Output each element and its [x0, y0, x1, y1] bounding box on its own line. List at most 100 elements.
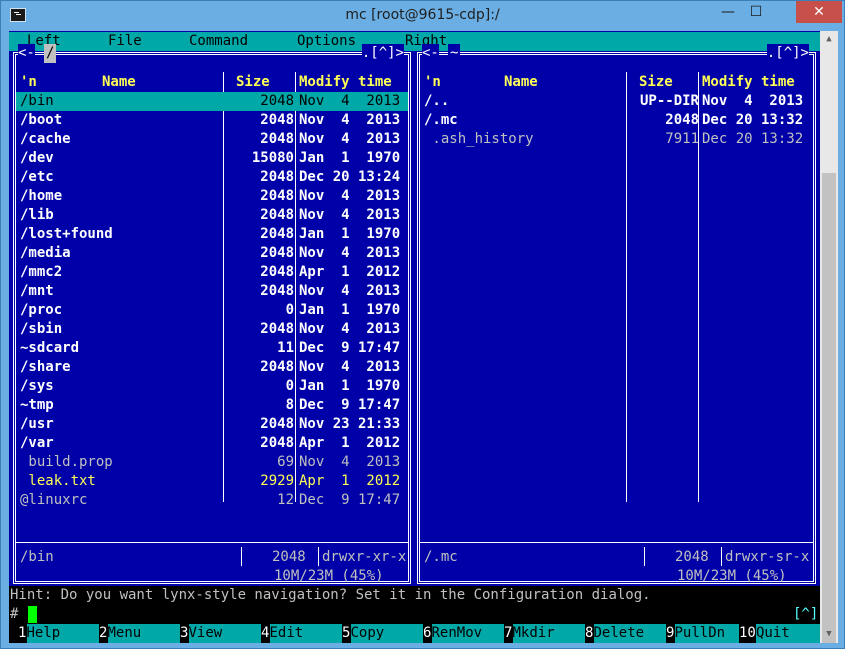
file-size: 2048	[260, 359, 294, 375]
left-file-list: /bin 2048 Nov 4 2013/boot 2048 Nov 4 2013/ca…	[16, 92, 408, 510]
left-col-size[interactable]: Size	[236, 73, 270, 92]
file-size: 2048	[260, 226, 294, 242]
file-size: 2048	[260, 435, 294, 451]
title-bar[interactable]: mc [root@9615-cdp]:/ — ☐ ✕	[1, 1, 844, 31]
fkey-label: Mkdir	[512, 624, 585, 643]
file-size: 2048	[260, 169, 294, 185]
file-mtime: Nov 4 2013	[299, 207, 401, 223]
close-button[interactable]: ✕	[796, 1, 842, 23]
file-size: 2048	[260, 416, 294, 432]
right-col-modify[interactable]: Modify time	[702, 73, 795, 92]
file-row[interactable]: /share 2048 Nov 4 2013	[16, 358, 408, 377]
file-mtime: Nov 4 2013	[299, 93, 401, 109]
left-panel-corner-right[interactable]: .[^]>	[361, 44, 404, 63]
fkey-label: Edit	[269, 624, 342, 643]
file-size: 2048	[260, 245, 294, 261]
file-mtime: Dec 9 17:47	[299, 340, 401, 356]
file-size: 2048	[260, 207, 294, 223]
left-col-modify[interactable]: Modify time	[299, 73, 392, 92]
file-name: /bin	[20, 93, 54, 109]
left-status-divider	[16, 542, 408, 543]
file-mtime: Apr 1 2012	[299, 435, 401, 451]
right-panel-corner-right[interactable]: .[^]>	[766, 44, 809, 63]
left-panel[interactable]: <- / .[^]> 'n Name Size Modify time /bin…	[13, 44, 411, 584]
text-cursor	[28, 606, 37, 623]
file-name: /share	[20, 359, 71, 375]
right-col-sort[interactable]: 'n	[424, 73, 441, 92]
file-row[interactable]: /cache 2048 Nov 4 2013	[16, 130, 408, 149]
file-row[interactable]: /usr 2048 Nov 23 21:33	[16, 415, 408, 434]
minimize-button[interactable]: —	[714, 1, 742, 23]
file-row[interactable]: build.prop 69 Nov 4 2013	[16, 453, 408, 472]
file-row[interactable]: /.mc 2048 Dec 20 13:32	[420, 111, 813, 130]
left-col-name[interactable]: Name	[102, 73, 136, 92]
function-key-bar: 1 Help 2 Menu 3 View 4 Edit 5 Copy 6 RenMov 7 Mkdir 8 D…	[9, 624, 820, 643]
left-status-name: /bin	[20, 549, 54, 565]
right-col-name[interactable]: Name	[504, 73, 538, 92]
fkey-label: Delete	[593, 624, 666, 643]
file-row[interactable]: /var 2048 Apr 1 2012	[16, 434, 408, 453]
fkey-label: Menu	[107, 624, 180, 643]
file-row[interactable]: /.. UP--DIR Nov 4 2013	[420, 92, 813, 111]
file-row[interactable]: /bin 2048 Nov 4 2013	[16, 92, 408, 111]
file-size: 2048	[260, 112, 294, 128]
file-row[interactable]: /lib 2048 Nov 4 2013	[16, 206, 408, 225]
file-row[interactable]: leak.txt 2929 Apr 1 2012	[16, 472, 408, 491]
shell-prompt: #	[10, 606, 19, 622]
scroll-thumb[interactable]	[822, 173, 836, 643]
right-file-list: /.. UP--DIR Nov 4 2013 /.mc 2048 Dec 20 13:32…	[420, 92, 813, 149]
file-mtime: Dec 20 13:32	[702, 131, 804, 147]
fkey-number: 7	[504, 624, 513, 643]
file-name: /lib	[20, 207, 54, 223]
file-mtime: Nov 4 2013	[702, 93, 804, 109]
left-col-sort[interactable]: 'n	[20, 73, 37, 92]
right-panel[interactable]: <- ~ .[^]> 'n Name Size Modify time /.. U…	[417, 44, 816, 584]
mc-window: mc [root@9615-cdp]:/ — ☐ ✕ Left File Com…	[0, 0, 845, 649]
terminal-area[interactable]: Left File Command Options Right <- / .[^…	[9, 31, 820, 643]
file-row[interactable]: /media 2048 Nov 4 2013	[16, 244, 408, 263]
file-row[interactable]: /proc 0 Jan 1 1970	[16, 301, 408, 320]
file-row[interactable]: @linuxrc 12 Dec 9 17:47	[16, 491, 408, 510]
file-row[interactable]: /sys 0 Jan 1 1970	[16, 377, 408, 396]
file-row[interactable]: /boot 2048 Nov 4 2013	[16, 111, 408, 130]
scroll-down-icon[interactable]: ▼	[820, 626, 838, 643]
left-status-perms: drwxr-xr-x	[322, 549, 407, 565]
menu-command[interactable]: Command	[189, 32, 248, 51]
right-status-divider	[420, 542, 813, 543]
file-row[interactable]: /sbin 2048 Nov 4 2013	[16, 320, 408, 339]
file-name: /etc	[20, 169, 54, 185]
menu-options[interactable]: Options	[297, 32, 356, 51]
file-row[interactable]: ~sdcard 11 Dec 9 17:47	[16, 339, 408, 358]
file-row[interactable]: /mnt 2048 Nov 4 2013	[16, 282, 408, 301]
file-row[interactable]: /etc 2048 Dec 20 13:24	[16, 168, 408, 187]
right-panel-corner-left[interactable]: <-	[422, 44, 439, 63]
file-name: /mnt	[20, 283, 54, 299]
fkey-number: 9	[666, 624, 675, 643]
maximize-button[interactable]: ☐	[742, 1, 770, 23]
file-name: @linuxrc	[20, 492, 88, 508]
left-free-space: 10M/23M (45%)	[274, 568, 384, 584]
file-size: 2048	[260, 264, 294, 280]
file-row[interactable]: /dev 15080 Jan 1 1970	[16, 149, 408, 168]
file-row[interactable]: /lost+found 2048 Jan 1 1970	[16, 225, 408, 244]
left-status-divider	[318, 547, 319, 566]
file-row[interactable]: /home 2048 Nov 4 2013	[16, 187, 408, 206]
fkey-number: 3	[180, 624, 189, 643]
right-col-size[interactable]: Size	[639, 73, 673, 92]
file-row[interactable]: ~tmp 8 Dec 9 17:47	[16, 396, 408, 415]
left-panel-corner-left[interactable]: <-	[18, 44, 35, 63]
menu-file[interactable]: File	[108, 32, 142, 51]
file-name: /lost+found	[20, 226, 113, 242]
window-scrollbar[interactable]: ▲ ▼	[820, 31, 838, 643]
file-size: 7911	[665, 131, 699, 147]
file-row[interactable]: /mmc2 2048 Apr 1 2012	[16, 263, 408, 282]
scroll-up-icon[interactable]: ▲	[820, 31, 838, 48]
history-button[interactable]: [^]	[793, 605, 818, 624]
command-line[interactable]: # [^]	[9, 605, 820, 624]
fkey-number: 4	[261, 624, 270, 643]
fkey-number: 10	[739, 624, 756, 643]
file-size: 2048	[260, 188, 294, 204]
fkey-label: Help	[26, 624, 99, 643]
right-status-divider	[644, 547, 645, 566]
file-row[interactable]: .ash_history 7911 Dec 20 13:32	[420, 130, 813, 149]
